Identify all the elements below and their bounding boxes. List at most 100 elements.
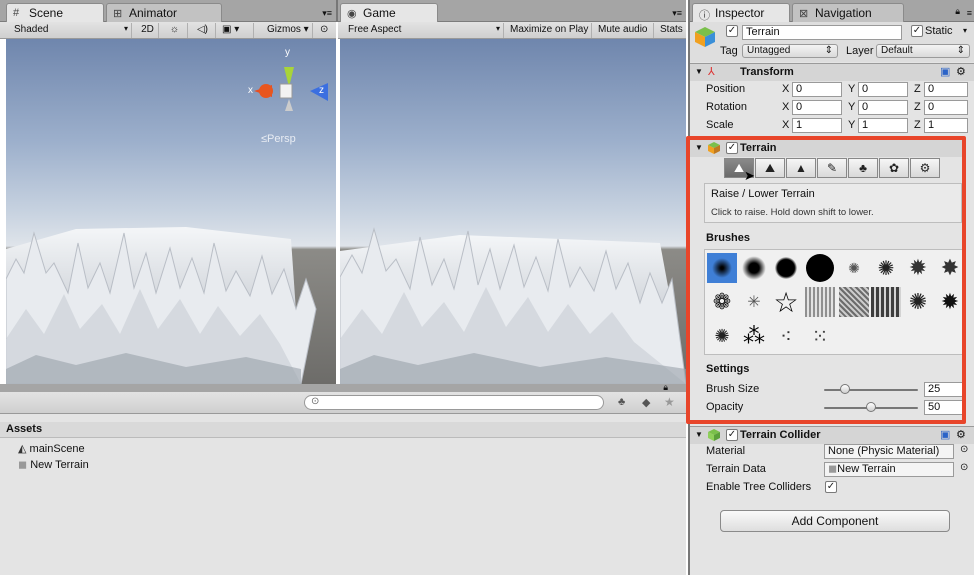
smooth-height-icon[interactable]: ▲: [786, 158, 816, 178]
tag-label: Tag: [720, 45, 738, 57]
paint-texture-icon[interactable]: ✎: [817, 158, 847, 178]
effects-toggle-icon[interactable]: ▣ ▾: [218, 23, 254, 38]
place-trees-icon[interactable]: ♣: [848, 158, 878, 178]
game-view[interactable]: [340, 39, 686, 384]
collider-gear-icon[interactable]: ⚙: [956, 428, 966, 441]
maximize-on-play-toggle[interactable]: Maximize on Play: [506, 23, 592, 38]
axis-z-label: Z: [914, 119, 921, 131]
brush-soft-medium[interactable]: [739, 253, 769, 283]
paint-height-icon[interactable]: ⛰: [755, 158, 785, 178]
mute-audio-toggle[interactable]: Mute audio: [594, 23, 654, 38]
help-book-icon[interactable]: ▣: [940, 65, 950, 78]
terrain-enabled-checkbox[interactable]: ✓: [726, 142, 738, 154]
shading-dropdown[interactable]: Shaded ▾: [10, 23, 132, 38]
y-field[interactable]: 0: [858, 100, 908, 115]
brush-spray-4[interactable]: ✸: [935, 253, 965, 283]
material-label: Material: [706, 445, 746, 457]
scene-gizmo[interactable]: y x z: [248, 47, 328, 137]
brush-spray-5[interactable]: ✺: [903, 287, 933, 317]
inspector-lock-icon[interactable]: 🔒︎: [955, 6, 960, 17]
object-name-field[interactable]: Terrain: [742, 25, 902, 40]
2d-toggle[interactable]: 2D: [137, 23, 159, 38]
gizmos-dropdown[interactable]: Gizmos ▾: [263, 23, 313, 38]
material-field[interactable]: None (Physic Material): [824, 444, 954, 459]
terrain-collider-header[interactable]: ▼ ✓ Terrain Collider ▣ ⚙: [690, 426, 974, 444]
collider-enabled-checkbox[interactable]: ✓: [726, 429, 738, 441]
settings-label: Settings: [706, 363, 750, 375]
tab-animator[interactable]: ⊞ Animator: [106, 3, 222, 22]
tab-navigation[interactable]: ⊠ Navigation: [792, 3, 904, 22]
brush-spray-6[interactable]: ✹: [935, 287, 965, 317]
collider-title: Terrain Collider: [740, 429, 821, 441]
active-checkbox[interactable]: ✓: [726, 25, 738, 37]
component-gear-icon[interactable]: ⚙: [956, 65, 966, 78]
assets-header: Assets: [0, 422, 686, 438]
object-header: ✓ Terrain ✓ Static ▾ Tag Untagged ⇕ Layer…: [690, 22, 974, 62]
favorite-star-icon[interactable]: ★: [664, 395, 675, 409]
settings-gear-icon[interactable]: ⚙: [910, 158, 940, 178]
brush-spark[interactable]: ✳: [739, 287, 769, 317]
scene-search-icon[interactable]: ⊙: [316, 23, 336, 38]
list-item[interactable]: ◭ mainScene: [18, 442, 85, 457]
add-component-button[interactable]: Add Component: [720, 510, 950, 532]
brush-size-slider[interactable]: [824, 389, 918, 391]
game-panel-menu-icon[interactable]: ▾≡: [672, 8, 682, 19]
project-search-input[interactable]: ⊙: [304, 395, 604, 410]
filter-type-icon[interactable]: ♣: [618, 396, 625, 408]
terrain-header[interactable]: ▼ ✓ Terrain: [690, 139, 962, 157]
brush-size-field[interactable]: 25: [924, 382, 964, 397]
brush-star[interactable]: ☆: [771, 287, 801, 318]
list-item[interactable]: ◼ New Terrain: [18, 458, 89, 473]
y-field[interactable]: 0: [858, 82, 908, 97]
object-picker-icon[interactable]: ⊙: [960, 462, 968, 473]
tab-inspector[interactable]: ⓘ Inspector: [692, 3, 790, 22]
static-dropdown-icon[interactable]: ▾: [963, 26, 967, 35]
y-field[interactable]: 1: [858, 118, 908, 133]
collider-help-icon[interactable]: ▣: [940, 428, 950, 441]
transform-header[interactable]: ▼ ⅄ Transform ▣ ⚙: [690, 63, 974, 81]
z-field[interactable]: 0: [924, 82, 968, 97]
brush-noise-3[interactable]: [871, 287, 901, 317]
lighting-toggle-icon[interactable]: ☼: [162, 23, 188, 38]
brush-scatter-3[interactable]: ⁙: [805, 321, 835, 351]
panel-menu-icon[interactable]: ▾≡: [322, 8, 332, 19]
tab-game[interactable]: ◉ Game: [340, 3, 438, 22]
tree-colliders-checkbox[interactable]: ✓: [825, 481, 837, 493]
scene-view[interactable]: y x z z ≤Persp: [6, 39, 336, 384]
x-field[interactable]: 0: [792, 100, 842, 115]
z-field[interactable]: 1: [924, 118, 968, 133]
brush-spray-3[interactable]: ✹: [903, 253, 933, 283]
opacity-slider-knob[interactable]: [866, 402, 876, 412]
aspect-dropdown[interactable]: Free Aspect ▾: [344, 23, 504, 38]
brush-scatter-2[interactable]: ⁖: [771, 321, 801, 351]
brush-scatter-1[interactable]: ✺: [707, 321, 737, 351]
layer-dropdown[interactable]: Default ⇕: [876, 44, 970, 58]
brush-dots[interactable]: ⁂: [739, 321, 769, 351]
stats-toggle[interactable]: Stats: [656, 23, 686, 38]
tree-colliders-label: Enable Tree Colliders: [706, 481, 812, 493]
z-field[interactable]: 0: [924, 100, 968, 115]
x-field[interactable]: 1: [792, 118, 842, 133]
brush-spray-2[interactable]: ✺: [871, 253, 901, 283]
static-checkbox[interactable]: ✓: [911, 25, 923, 37]
object-picker-icon[interactable]: ⊙: [960, 444, 968, 455]
audio-toggle-icon[interactable]: ◁): [190, 23, 216, 38]
paint-details-icon[interactable]: ✿: [879, 158, 909, 178]
brush-hard-large[interactable]: [805, 253, 835, 283]
terrain-data-field[interactable]: ◼New Terrain: [824, 462, 954, 477]
inspector-menu-icon[interactable]: ≡: [967, 8, 972, 18]
persp-label[interactable]: ≤Persp: [261, 133, 296, 145]
brush-noise-1[interactable]: [805, 287, 835, 317]
brush-size-slider-knob[interactable]: [839, 384, 850, 394]
opacity-field[interactable]: 50: [924, 400, 964, 415]
x-field[interactable]: 0: [792, 82, 842, 97]
terrain-asset-icon: ◼: [18, 459, 28, 471]
brush-spray-1[interactable]: ✺: [839, 253, 869, 283]
brush-hard-small[interactable]: [771, 253, 801, 283]
filter-label-icon[interactable]: ◆: [642, 396, 650, 409]
brush-soft-round[interactable]: [707, 253, 737, 283]
brush-noise-2[interactable]: [839, 287, 869, 317]
tab-scene[interactable]: # Scene: [6, 3, 104, 22]
brush-flower[interactable]: ❁: [707, 287, 737, 317]
tag-dropdown[interactable]: Untagged ⇕: [742, 44, 838, 58]
